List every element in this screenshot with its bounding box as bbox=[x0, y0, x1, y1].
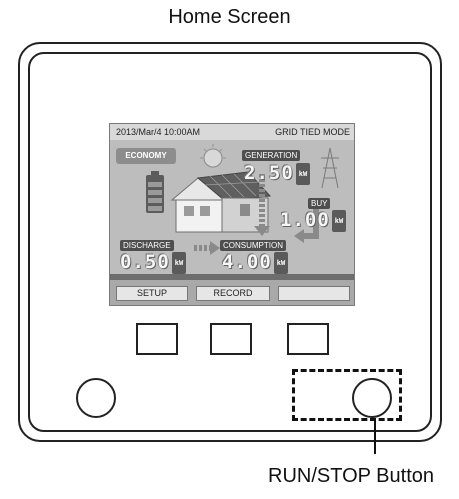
function-button-2[interactable] bbox=[210, 323, 252, 355]
run-stop-highlight bbox=[292, 369, 402, 421]
diagram-title: Home Screen bbox=[168, 6, 291, 28]
datetime-text: 2013/Mar/4 10:00AM bbox=[116, 127, 201, 137]
buy-unit: kW bbox=[331, 210, 347, 232]
battery-icon bbox=[146, 171, 164, 213]
function-button-1[interactable] bbox=[136, 323, 178, 355]
buy-readout: 1.00 kW bbox=[280, 209, 347, 232]
discharge-unit: kW bbox=[171, 252, 187, 274]
generation-unit: kW bbox=[295, 163, 311, 185]
left-round-button[interactable] bbox=[76, 378, 116, 418]
consumption-value: 4.00 bbox=[222, 251, 272, 273]
consumption-unit: kW bbox=[273, 252, 289, 274]
discharge-label: DISCHARGE bbox=[120, 240, 174, 251]
buy-value: 1.00 bbox=[280, 209, 330, 231]
run-stop-callout: RUN/STOP Button bbox=[268, 465, 434, 487]
mode-text: GRID TIED MODE bbox=[275, 127, 350, 137]
power-tower-icon bbox=[321, 147, 339, 189]
generation-label: GENERATION bbox=[242, 150, 301, 161]
discharge-readout: 0.50 kW bbox=[120, 251, 187, 274]
sun-icon bbox=[200, 144, 226, 168]
discharge-value: 0.50 bbox=[120, 251, 170, 273]
discharge-arrow-icon bbox=[194, 241, 220, 255]
generation-readout: 2.50 kW bbox=[244, 162, 311, 185]
softkey-bar: SETUP RECORD bbox=[110, 280, 354, 305]
blank-softkey[interactable] bbox=[278, 286, 350, 301]
lcd-screen: 2013/Mar/4 10:00AM GRID TIED MODE ECONOM… bbox=[109, 123, 355, 306]
setup-softkey[interactable]: SETUP bbox=[116, 286, 188, 301]
lcd-status-bar: 2013/Mar/4 10:00AM GRID TIED MODE bbox=[110, 124, 354, 140]
consumption-readout: 4.00 kW bbox=[222, 251, 289, 274]
buy-label: BUY bbox=[308, 198, 331, 209]
callout-leader-line bbox=[374, 419, 376, 454]
consumption-label: CONSUMPTION bbox=[220, 240, 286, 251]
generation-value: 2.50 bbox=[244, 162, 294, 184]
record-softkey[interactable]: RECORD bbox=[196, 286, 270, 301]
function-button-3[interactable] bbox=[287, 323, 329, 355]
